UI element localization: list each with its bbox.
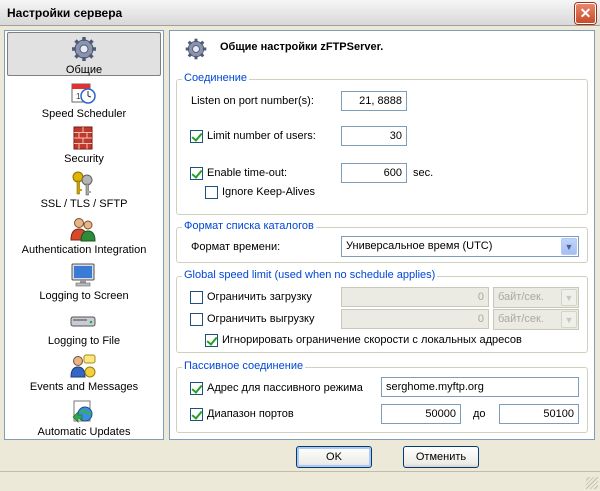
gear-icon — [185, 38, 207, 60]
sidebar-item-label: Общие — [65, 64, 103, 76]
sidebar-item-label: Automatic Updates — [37, 426, 131, 438]
limit-upload-label: Ограничить выгрузку — [207, 313, 315, 325]
limit-users-checkbox[interactable] — [190, 130, 203, 143]
speed-limit-group: Global speed limit (used when no schedul… — [176, 269, 588, 353]
sidebar-item-logging-to-file[interactable]: Logging to File — [7, 304, 161, 348]
timeout-label: Enable time-out: — [207, 167, 288, 179]
sidebar-item-ssl-tls-sftp[interactable]: SSL / TLS / SFTP — [7, 167, 161, 211]
chevron-down-icon: ▼ — [561, 289, 577, 306]
passive-address-label: Адрес для пассивного режима — [207, 382, 363, 394]
close-icon: ✕ — [579, 5, 592, 21]
time-format-value: Универсальное время (UTC) — [346, 240, 493, 252]
status-bar — [0, 471, 600, 491]
sidebar-item-label: Events and Messages — [29, 381, 139, 393]
port-range-label: Диапазон портов — [207, 408, 294, 420]
monitor-icon — [71, 263, 95, 287]
ignore-keepalives-checkbox[interactable] — [205, 186, 218, 199]
sidebar-item-label: Logging to File — [47, 335, 121, 347]
sidebar-item-label: SSL / TLS / SFTP — [40, 198, 128, 210]
download-unit-select[interactable]: байт/сек. ▼ — [493, 287, 579, 308]
time-format-label: Формат времени: — [191, 241, 281, 253]
upload-unit-select[interactable]: байт/сек. ▼ — [493, 309, 579, 330]
port-input[interactable]: 21, 8888 — [341, 91, 407, 111]
timeout-unit: sec. — [413, 167, 434, 179]
chevron-down-icon: ▼ — [561, 311, 577, 328]
keys-icon — [72, 171, 93, 196]
gear-icon — [72, 37, 96, 61]
sidebar-item-logging-to-screen[interactable]: Logging to Screen — [7, 259, 161, 303]
cancel-button[interactable]: Отменить — [403, 446, 479, 468]
ok-button[interactable]: OK — [296, 446, 372, 468]
connection-legend: Соединение — [182, 72, 250, 84]
settings-sidebar: Общие 12 Speed Scheduler Security — [4, 30, 164, 440]
port-range-checkbox[interactable] — [190, 408, 203, 421]
port-range-to-label: до — [473, 408, 486, 420]
timeout-input[interactable]: 600 — [341, 163, 407, 183]
limit-download-label: Ограничить загрузку — [207, 291, 312, 303]
settings-panel: Общие настройки zFTPServer. Соединение L… — [169, 30, 595, 440]
limit-users-label: Limit number of users: — [207, 130, 316, 142]
time-format-select[interactable]: Универсальное время (UTC) ▼ — [341, 236, 579, 257]
sidebar-item-automatic-updates[interactable]: Automatic Updates — [7, 395, 161, 439]
firewall-icon — [73, 126, 93, 150]
calendar-clock-icon: 12 — [71, 83, 96, 104]
timeout-checkbox[interactable] — [190, 167, 203, 180]
sidebar-item-general[interactable]: Общие — [7, 32, 161, 76]
sidebar-item-label: Authentication Integration — [21, 244, 147, 256]
listing-format-legend: Формат списка каталогов — [182, 220, 316, 232]
limit-upload-checkbox[interactable] — [190, 313, 203, 326]
passive-address-input[interactable]: serghome.myftp.org — [381, 377, 579, 397]
passive-mode-legend: Пассивное соединение — [182, 360, 306, 372]
connection-group: Соединение Listen on port number(s): 21,… — [176, 72, 588, 215]
port-range-to-input[interactable]: 50100 — [499, 404, 579, 424]
port-range-from-input[interactable]: 50000 — [381, 404, 461, 424]
disk-icon — [70, 316, 96, 327]
messages-icon — [70, 354, 96, 378]
sidebar-item-events-and-messages[interactable]: Events and Messages — [7, 350, 161, 394]
users-icon — [70, 218, 96, 242]
speed-limit-legend: Global speed limit (used when no schedul… — [182, 269, 438, 281]
limit-users-input[interactable]: 30 — [341, 126, 407, 146]
passive-mode-group: Пассивное соединение Адрес для пассивног… — [176, 360, 588, 433]
title-bar[interactable]: Настройки сервера ✕ — [0, 0, 600, 26]
sidebar-item-label: Security — [64, 153, 104, 165]
sidebar-item-speed-scheduler[interactable]: 12 Speed Scheduler — [7, 77, 161, 121]
close-button[interactable]: ✕ — [575, 3, 596, 24]
download-limit-input[interactable]: 0 — [341, 287, 489, 307]
upload-unit-value: байт/сек. — [498, 313, 544, 325]
sidebar-item-label: Logging to Screen — [39, 290, 129, 302]
sidebar-item-security[interactable]: Security — [7, 122, 161, 166]
listing-format-group: Формат списка каталогов Формат времени: … — [176, 220, 588, 263]
chevron-down-icon: ▼ — [561, 238, 577, 255]
download-unit-value: байт/сек. — [498, 291, 544, 303]
ignore-keepalives-label: Ignore Keep-Alives — [222, 186, 315, 198]
page-title: Общие настройки zFTPServer. — [220, 41, 384, 53]
upload-limit-input[interactable]: 0 — [341, 309, 489, 329]
resize-grip-icon[interactable] — [586, 477, 598, 489]
limit-download-checkbox[interactable] — [190, 291, 203, 304]
passive-address-checkbox[interactable] — [190, 382, 203, 395]
window-title: Настройки сервера — [7, 6, 123, 20]
sidebar-item-label: Speed Scheduler — [41, 108, 127, 120]
sidebar-item-authentication-integration[interactable]: Authentication Integration — [7, 213, 161, 257]
ignore-local-speed-checkbox[interactable] — [205, 334, 218, 347]
ignore-local-speed-label: Игнорировать ограничение скорости с лока… — [222, 334, 522, 346]
port-label: Listen on port number(s): — [191, 95, 314, 107]
globe-update-icon — [72, 400, 93, 423]
